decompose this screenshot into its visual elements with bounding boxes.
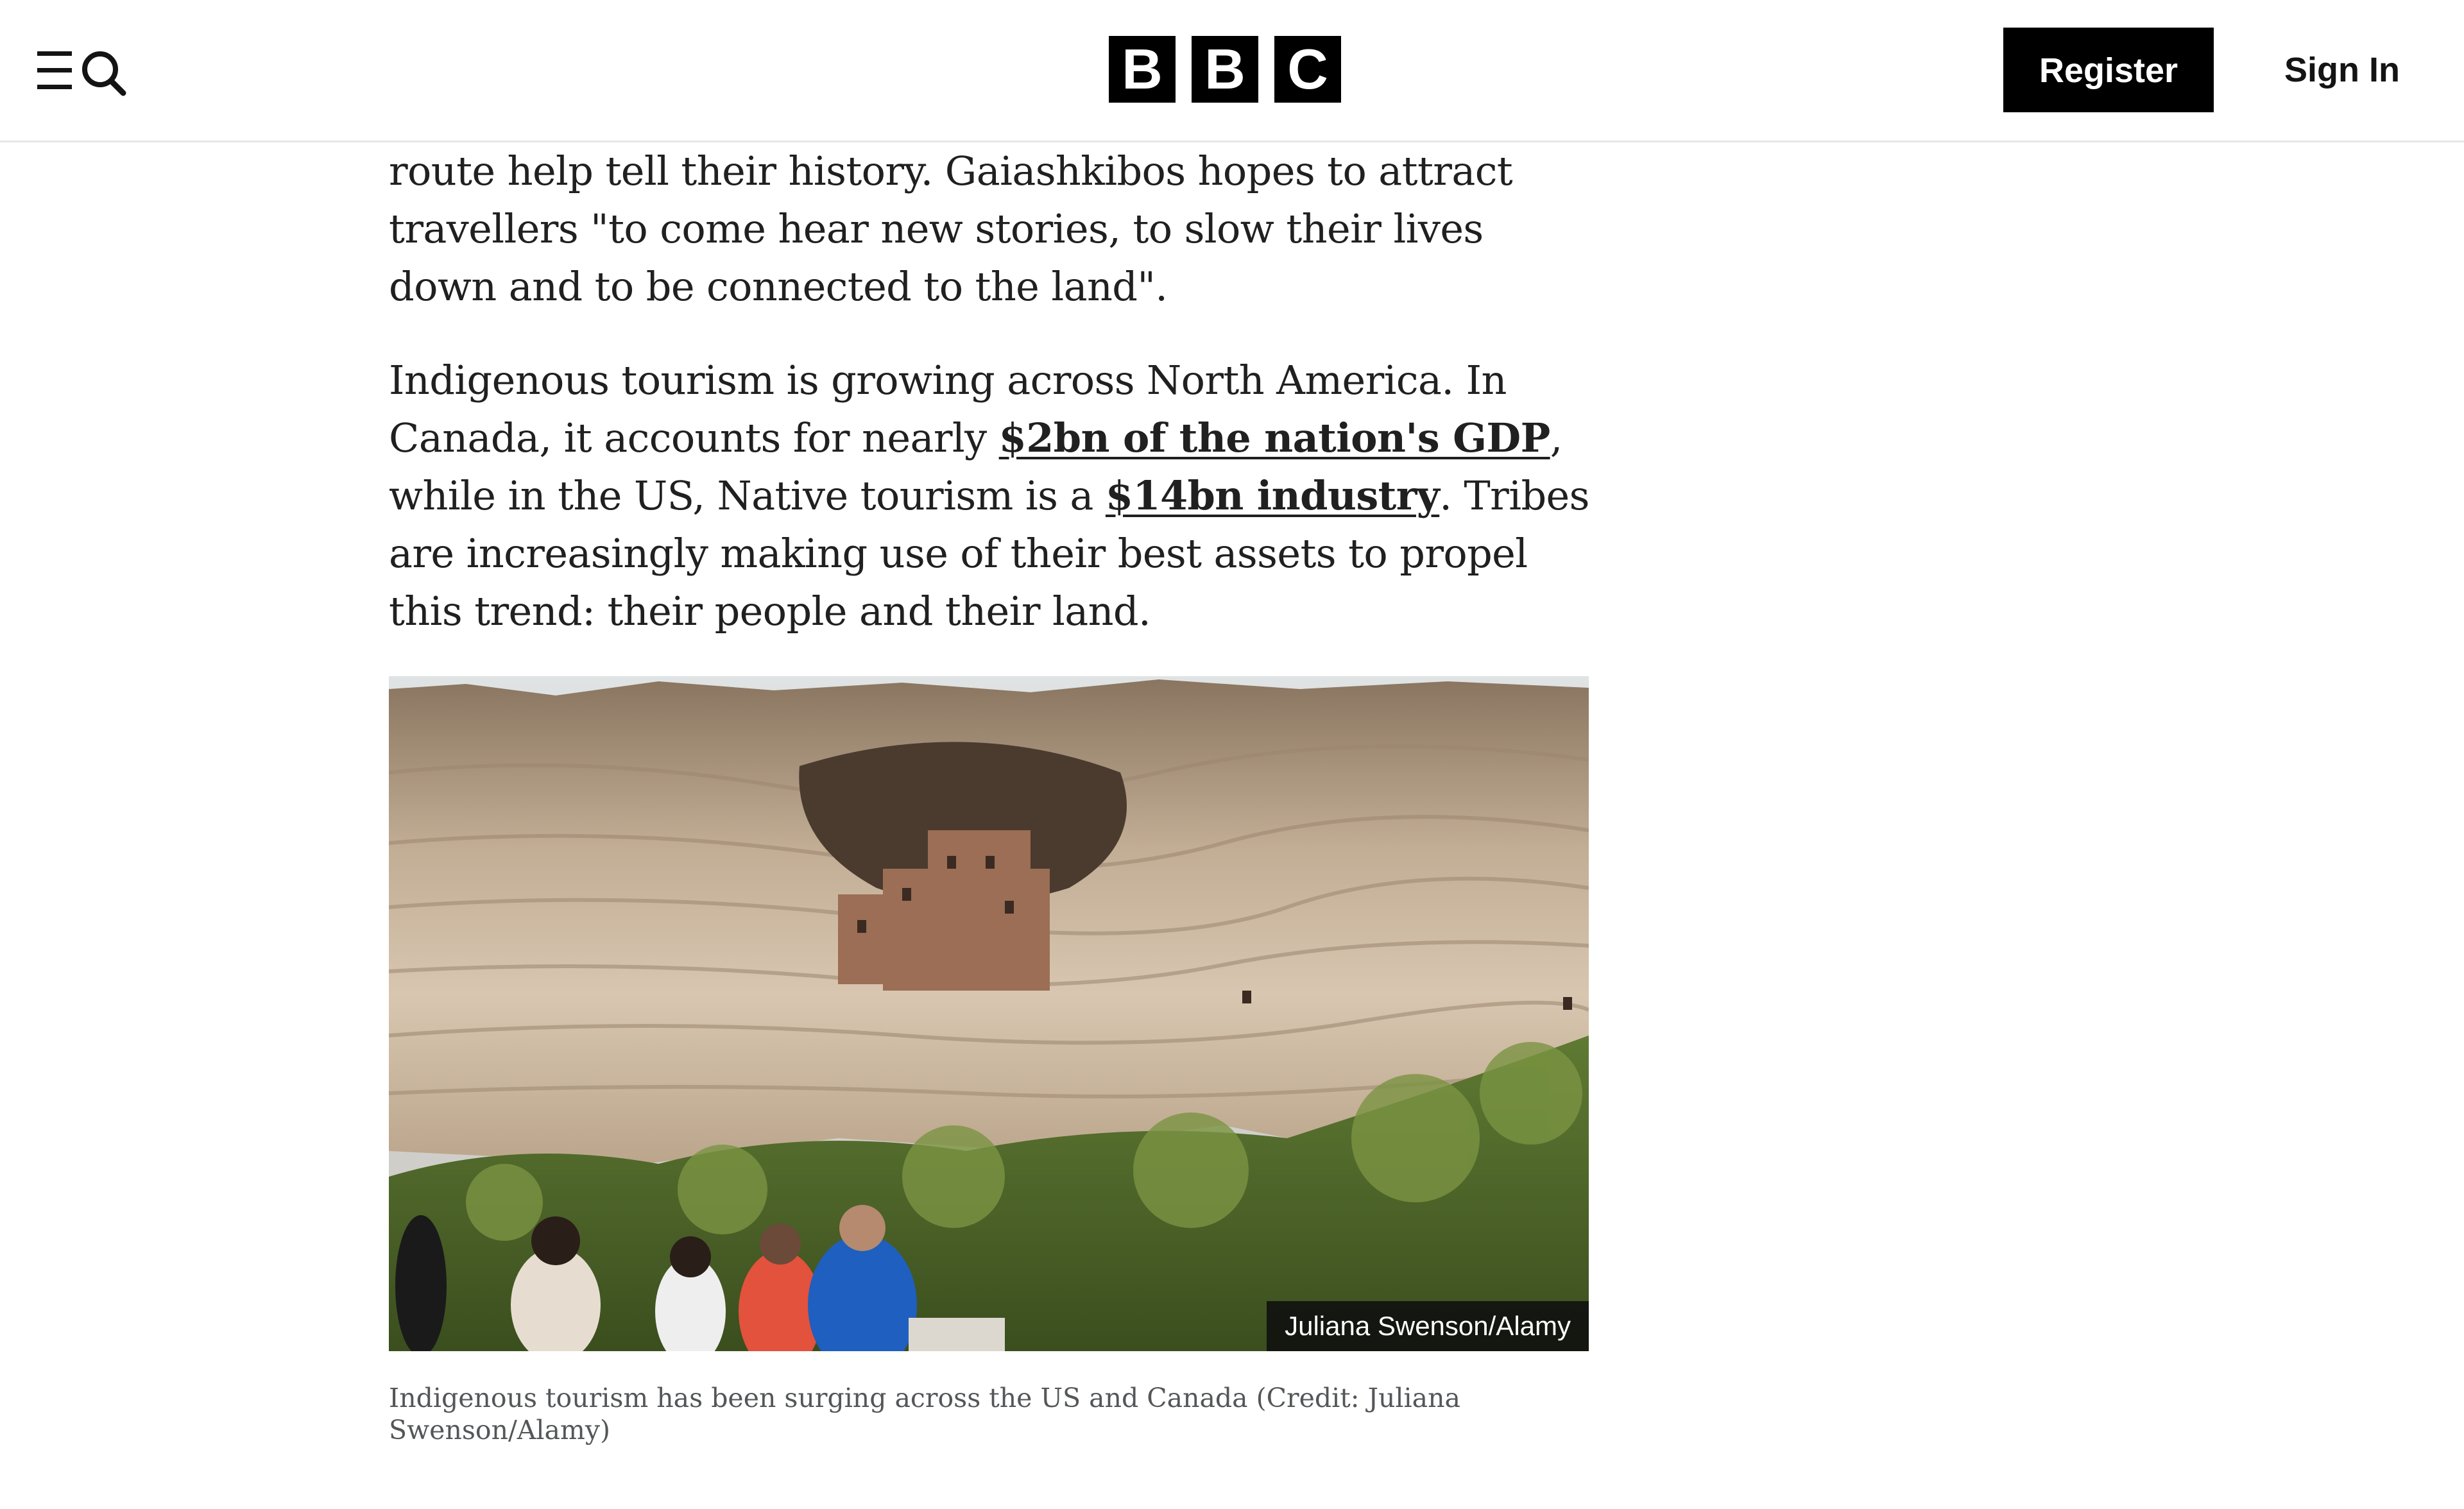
industry-link[interactable]: $14bn industry <box>1106 472 1440 519</box>
cliff-dwelling-photo <box>389 676 1589 1351</box>
register-button[interactable]: Register <box>2003 28 2214 112</box>
gdp-link[interactable]: $2bn of the nation's GDP <box>999 414 1551 461</box>
article-image: Juliana Swenson/Alamy <box>389 676 1589 1351</box>
bbc-logo-letter: B <box>1192 36 1258 103</box>
bbc-logo[interactable]: B B C <box>1109 36 1341 103</box>
bbc-logo-letter: C <box>1274 36 1341 103</box>
article-body: route help tell their history. Gaiashkib… <box>389 142 1595 1445</box>
article-paragraph: Indigenous tourism is growing across Nor… <box>389 352 1595 640</box>
image-credit: Juliana Swenson/Alamy <box>1267 1301 1589 1351</box>
bbc-logo-letter: B <box>1109 36 1176 103</box>
menu-search-icon[interactable] <box>37 45 127 96</box>
image-caption: Indigenous tourism has been surging acro… <box>389 1383 1460 1445</box>
article-paragraph: route help tell their history. Gaiashkib… <box>389 148 1513 310</box>
sign-in-link[interactable]: Sign In <box>2284 28 2400 112</box>
site-header: B B C Register Sign In <box>0 0 2464 142</box>
